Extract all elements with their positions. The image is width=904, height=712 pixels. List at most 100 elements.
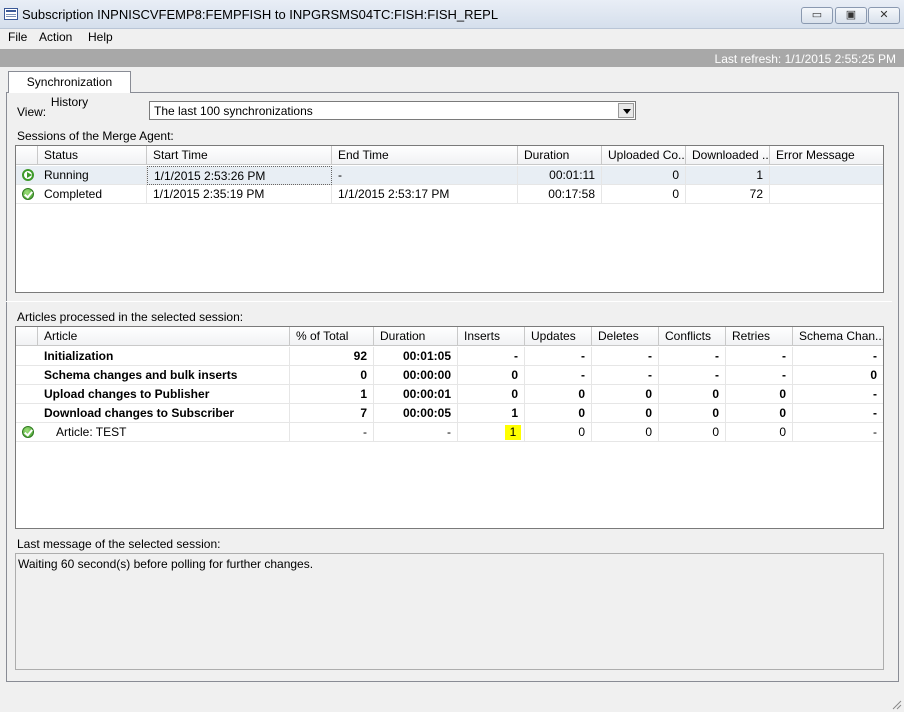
app-icon <box>4 8 18 20</box>
header-start-time[interactable]: Start Time <box>147 146 332 165</box>
article-deletes: - <box>592 366 659 385</box>
article-row[interactable]: Initialization 92 00:01:05 - - - - - - <box>16 347 883 366</box>
sessions-header: Status Start Time End Time Duration Uplo… <box>16 146 883 165</box>
menu-help[interactable]: Help <box>88 30 113 44</box>
session-duration: 00:01:11 <box>518 166 602 185</box>
article-duration: - <box>374 423 458 442</box>
article-row[interactable]: Schema changes and bulk inserts 0 00:00:… <box>16 366 883 385</box>
header-deletes[interactable]: Deletes <box>592 327 659 346</box>
session-duration: 00:17:58 <box>518 185 602 204</box>
article-deletes: 0 <box>592 404 659 423</box>
header-updates[interactable]: Updates <box>525 327 592 346</box>
article-duration: 00:00:01 <box>374 385 458 404</box>
article-name: Article: TEST <box>38 423 290 442</box>
header-schema-changes[interactable]: Schema Chan... <box>793 327 883 346</box>
article-percent: 7 <box>290 404 374 423</box>
session-row[interactable]: Running 1/1/2015 2:53:26 PM - 00:01:11 0… <box>16 166 883 185</box>
sessions-label: Sessions of the Merge Agent: <box>17 129 174 143</box>
resize-grip-icon[interactable] <box>890 698 902 710</box>
articles-grid[interactable]: Article % of Total Duration Inserts Upda… <box>15 326 884 529</box>
header-end-time[interactable]: End Time <box>332 146 518 165</box>
session-status: Running <box>38 166 147 185</box>
article-conflicts: - <box>659 366 726 385</box>
article-updates: 0 <box>525 385 592 404</box>
article-name: Upload changes to Publisher <box>38 385 290 404</box>
article-inserts: 1 <box>505 425 521 440</box>
maximize-button[interactable]: ▣ <box>835 7 867 24</box>
article-retries: 0 <box>726 404 793 423</box>
running-icon <box>22 169 34 181</box>
header-status[interactable]: Status <box>38 146 147 165</box>
header-downloaded[interactable]: Downloaded ... <box>686 146 770 165</box>
close-button[interactable]: ✕ <box>868 7 900 24</box>
article-percent: 1 <box>290 385 374 404</box>
last-message-label: Last message of the selected session: <box>17 537 221 551</box>
last-message-text: Waiting 60 second(s) before polling for … <box>18 557 314 571</box>
header-error-message[interactable]: Error Message <box>770 146 883 165</box>
header-duration[interactable]: Duration <box>518 146 602 165</box>
tab-synchronization-history[interactable]: Synchronization History <box>8 71 131 109</box>
article-inserts: 1 <box>458 404 525 423</box>
menu-action[interactable]: Action <box>39 30 72 44</box>
article-inserts: 0 <box>458 385 525 404</box>
article-percent: 92 <box>290 347 374 366</box>
header-uploaded[interactable]: Uploaded Co... <box>602 146 686 165</box>
article-updates: - <box>525 347 592 366</box>
header-icon-col <box>16 146 38 165</box>
article-schema: 0 <box>870 368 877 382</box>
article-schema: - <box>873 387 877 401</box>
view-dropdown[interactable]: The last 100 synchronizations <box>149 101 636 120</box>
article-schema: - <box>873 406 877 420</box>
header-article[interactable]: Article <box>38 327 290 346</box>
header-duration[interactable]: Duration <box>374 327 458 346</box>
article-deletes: 0 <box>592 385 659 404</box>
article-duration: 00:00:00 <box>374 366 458 385</box>
header-inserts[interactable]: Inserts <box>458 327 525 346</box>
article-name: Download changes to Subscriber <box>38 404 290 423</box>
last-message-box[interactable]: Waiting 60 second(s) before polling for … <box>15 553 884 670</box>
session-end-time: - <box>332 166 518 185</box>
articles-label: Articles processed in the selected sessi… <box>17 310 244 324</box>
article-retries: 0 <box>726 385 793 404</box>
article-inserts: - <box>458 347 525 366</box>
view-selected-value: The last 100 synchronizations <box>154 104 313 118</box>
last-refresh-text: Last refresh: 1/1/2015 2:55:25 PM <box>714 52 896 66</box>
session-start-time: 1/1/2015 2:53:26 PM <box>147 166 332 185</box>
article-retries: - <box>726 347 793 366</box>
session-uploaded: 0 <box>602 185 686 204</box>
completed-icon <box>22 426 34 438</box>
minimize-button[interactable]: ▭ <box>801 7 833 24</box>
article-conflicts: 0 <box>659 423 726 442</box>
article-row[interactable]: Article: TEST - - 1 0 0 0 0 - <box>16 423 883 442</box>
session-row[interactable]: Completed 1/1/2015 2:35:19 PM 1/1/2015 2… <box>16 185 883 204</box>
article-inserts-cell: 1 <box>458 423 525 442</box>
article-percent: 0 <box>290 366 374 385</box>
header-conflicts[interactable]: Conflicts <box>659 327 726 346</box>
article-retries: 0 <box>726 423 793 442</box>
session-downloaded: 72 <box>686 185 770 204</box>
session-downloaded: 1 <box>686 166 770 185</box>
splitter[interactable] <box>6 301 892 302</box>
header-percent-total[interactable]: % of Total <box>290 327 374 346</box>
session-end-time: 1/1/2015 2:53:17 PM <box>332 185 518 204</box>
article-row[interactable]: Upload changes to Publisher 1 00:00:01 0… <box>16 385 883 404</box>
article-inserts: 0 <box>458 366 525 385</box>
window-title: Subscription INPNISCVFEMP8:FEMPFISH to I… <box>22 7 499 22</box>
session-uploaded: 0 <box>602 166 686 185</box>
article-schema: - <box>873 425 877 439</box>
sessions-grid[interactable]: Status Start Time End Time Duration Uplo… <box>15 145 884 293</box>
session-error <box>770 166 883 185</box>
article-row[interactable]: Download changes to Subscriber 7 00:00:0… <box>16 404 883 423</box>
menu-file[interactable]: File <box>8 30 27 44</box>
view-label: View: <box>17 105 47 119</box>
chevron-down-icon[interactable] <box>618 103 634 118</box>
article-deletes: - <box>592 347 659 366</box>
completed-icon <box>22 188 34 200</box>
article-percent: - <box>290 423 374 442</box>
menu-bar <box>0 29 904 48</box>
article-conflicts: - <box>659 347 726 366</box>
header-retries[interactable]: Retries <box>726 327 793 346</box>
article-updates: 0 <box>525 423 592 442</box>
article-name: Schema changes and bulk inserts <box>38 366 290 385</box>
article-deletes: 0 <box>592 423 659 442</box>
